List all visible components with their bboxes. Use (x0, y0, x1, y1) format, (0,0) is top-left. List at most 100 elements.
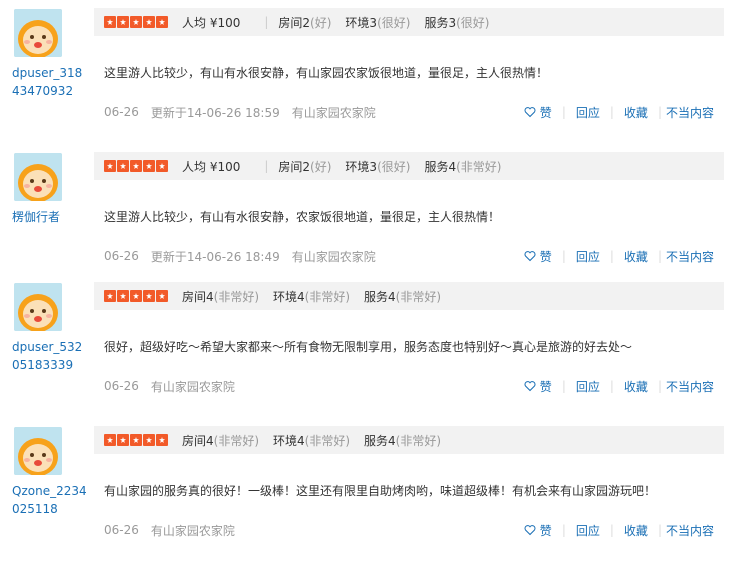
favorite-button[interactable]: 收藏 (624, 522, 648, 539)
username[interactable]: Qzone_2234 025118 (12, 482, 87, 518)
star-icon (130, 16, 142, 28)
divider: | (561, 105, 566, 119)
updated-time: 更新于14-06-26 18:49 (150, 249, 280, 264)
environment-score: 环境3(很好) (345, 14, 410, 31)
score-desc: (很好) (456, 15, 490, 30)
review-date: 06-26 (104, 379, 139, 393)
report-button[interactable]: 不当内容 (666, 522, 714, 539)
favorite-button[interactable]: 收藏 (624, 378, 648, 395)
review-date: 06-26 (104, 249, 139, 263)
divider: | (657, 249, 662, 263)
review-content: 很好，超级好吃～希望大家都来～所有食物无限制享用，服务态度也特别好～真心是旅游的… (104, 340, 633, 354)
divider: | (561, 379, 566, 393)
divider: | (657, 523, 662, 537)
favorite-button[interactable]: 收藏 (624, 104, 648, 121)
score-desc: (非常好) (213, 433, 260, 448)
star-icon (143, 16, 155, 28)
star-icon (143, 290, 155, 302)
divider: | (609, 379, 614, 393)
username-line[interactable]: 43470932 (12, 82, 87, 100)
reply-button[interactable]: 回应 (576, 248, 600, 265)
like-button[interactable]: 赞 (524, 104, 552, 121)
score-label: 环境4 (273, 433, 305, 448)
score-desc: (非常好) (456, 159, 502, 174)
avatar[interactable] (14, 153, 62, 201)
heart-outline-icon (524, 381, 536, 392)
review-date: 06-26 (104, 523, 139, 537)
username-line[interactable]: dpuser_318 (12, 64, 87, 82)
like-label[interactable]: 赞 (540, 378, 552, 395)
report-button[interactable]: 不当内容 (666, 378, 714, 395)
divider: | (609, 105, 614, 119)
review-actions: 赞 | 回应 | 收藏 | 不当内容 (508, 376, 714, 396)
score-desc: (非常好) (395, 289, 442, 304)
rating-bar: 房间4(非常好) 环境4(非常好) 服务4(非常好) (94, 282, 724, 310)
username-line[interactable]: 025118 (12, 500, 87, 518)
environment-score: 环境3(很好) (345, 158, 410, 175)
score-label: 服务4 (364, 289, 396, 304)
username-line[interactable]: 05183339 (12, 356, 87, 374)
like-button[interactable]: 赞 (524, 248, 552, 265)
score-label: 房间2 (278, 15, 311, 30)
room-score: 房间4(非常好) (182, 288, 259, 305)
report-button[interactable]: 不当内容 (666, 104, 714, 121)
score-desc: (很好) (377, 159, 411, 174)
star-icon (156, 290, 168, 302)
environment-score: 环境4(非常好) (273, 288, 350, 305)
favorite-button[interactable]: 收藏 (624, 248, 648, 265)
score-desc: (非常好) (213, 289, 260, 304)
review-item: dpuser_318 43470932 人均 ¥100 | 房间2(好) 环境3… (0, 8, 730, 152)
review-actions: 赞 | 回应 | 收藏 | 不当内容 (508, 102, 714, 122)
score-desc: (非常好) (395, 433, 442, 448)
avatar[interactable] (14, 9, 62, 57)
divider: | (657, 105, 662, 119)
username-line[interactable]: dpuser_532 (12, 338, 87, 356)
review-footer: 06-26 更新于14-06-26 18:59 有山家园农家院 赞 | 回应 |… (104, 102, 714, 122)
report-button[interactable]: 不当内容 (666, 248, 714, 265)
avatar[interactable] (14, 283, 62, 331)
star-icon (143, 434, 155, 446)
username[interactable]: 楞伽行者 (12, 208, 87, 226)
review-footer: 06-26 有山家园农家院 赞 | 回应 | 收藏 | 不当内容 (104, 520, 714, 540)
score-label: 房间4 (182, 433, 214, 448)
star-icon (156, 160, 168, 172)
username[interactable]: dpuser_318 43470932 (12, 64, 87, 100)
shop-name: 有山家园农家院 (150, 379, 235, 394)
cartoon-face-avatar-icon (14, 427, 62, 475)
score-desc: (很好) (377, 15, 411, 30)
heart-outline-icon (524, 107, 536, 118)
username[interactable]: dpuser_532 05183339 (12, 338, 87, 374)
username-line[interactable]: 楞伽行者 (12, 208, 87, 226)
star-icon (117, 16, 129, 28)
score-label: 环境3 (345, 15, 378, 30)
divider: | (561, 249, 566, 263)
environment-score: 环境4(非常好) (273, 432, 350, 449)
review-date: 06-26 (104, 105, 139, 119)
star-icon (130, 434, 142, 446)
like-label[interactable]: 赞 (540, 104, 552, 121)
room-score: 房间4(非常好) (182, 432, 259, 449)
divider: | (609, 249, 614, 263)
like-button[interactable]: 赞 (524, 522, 552, 539)
cartoon-face-avatar-icon (14, 153, 62, 201)
divider: | (561, 523, 566, 537)
divider: | (657, 379, 662, 393)
star-rating (104, 16, 168, 28)
score-label: 房间2 (278, 159, 311, 174)
reply-button[interactable]: 回应 (576, 522, 600, 539)
like-button[interactable]: 赞 (524, 378, 552, 395)
updated-time: 更新于14-06-26 18:59 (150, 105, 280, 120)
reply-button[interactable]: 回应 (576, 378, 600, 395)
username-line[interactable]: Qzone_2234 (12, 482, 87, 500)
star-icon (117, 290, 129, 302)
star-icon (104, 160, 116, 172)
like-label[interactable]: 赞 (540, 248, 552, 265)
heart-outline-icon (524, 251, 536, 262)
avatar[interactable] (14, 427, 62, 475)
review-item: dpuser_532 05183339 房间4(非常好) 环境4(非常好) 服务… (0, 282, 730, 426)
reply-button[interactable]: 回应 (576, 104, 600, 121)
like-label[interactable]: 赞 (540, 522, 552, 539)
divider: | (264, 159, 269, 173)
score-desc: (好) (310, 159, 332, 174)
room-score: 房间2(好) (278, 14, 331, 31)
